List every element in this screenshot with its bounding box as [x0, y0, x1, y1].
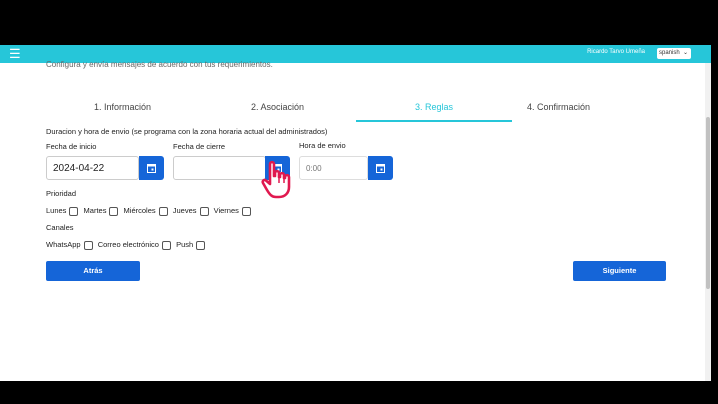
tab-informacion[interactable]: 1. Información [94, 102, 151, 112]
close-date-input[interactable] [173, 156, 266, 180]
tab-asociacion[interactable]: 2. Asociación [251, 102, 304, 112]
channel-label: Push [176, 240, 194, 250]
checkbox[interactable] [196, 240, 206, 250]
priority-days-row: Lunes Martes Miércoles Jueves Viernes [46, 206, 254, 216]
channels-row: WhatsApp Correo electrónico Push [46, 240, 208, 250]
active-tab-indicator [356, 120, 512, 122]
calendar-icon [147, 164, 156, 173]
day-option-miercoles[interactable]: Miércoles [124, 206, 168, 216]
day-label: Lunes [46, 206, 67, 216]
start-date-value: 2024-04-22 [53, 163, 105, 174]
day-label: Jueves [172, 206, 197, 216]
channel-label: WhatsApp [46, 240, 81, 250]
channel-option-push[interactable]: Push [176, 240, 206, 250]
day-option-lunes[interactable]: Lunes [46, 206, 79, 216]
close-date-label: Fecha de cierre [173, 142, 226, 151]
start-date-input[interactable]: 2024-04-22 [46, 156, 139, 180]
checkbox[interactable] [83, 240, 93, 250]
checkbox[interactable] [241, 206, 251, 216]
app-window: ☰ Ricardo Tarvo Umeña spanish ⌄ Configur… [0, 45, 711, 381]
send-time-label: Hora de envio [299, 141, 346, 150]
day-label: Miércoles [123, 206, 156, 216]
channel-option-email[interactable]: Correo electrónico [98, 240, 171, 250]
checkbox[interactable] [199, 206, 209, 216]
tab-reglas[interactable]: 3. Reglas [415, 102, 453, 112]
checkbox[interactable] [69, 206, 79, 216]
start-date-label: Fecha de inicio [46, 142, 97, 151]
send-time-picker-button[interactable] [368, 156, 393, 180]
send-time-input[interactable]: 0:00 [299, 156, 368, 180]
language-select[interactable]: spanish ⌄ [657, 48, 691, 59]
user-name[interactable]: Ricardo Tarvo Umeña [587, 49, 645, 55]
checkbox[interactable] [158, 206, 168, 216]
channel-option-whatsapp[interactable]: WhatsApp [46, 240, 93, 250]
channels-label: Canales [46, 223, 74, 232]
section-title: Duracion y hora de envio (se programa co… [46, 127, 328, 136]
priority-label: Prioridad [46, 189, 77, 198]
back-button[interactable]: Atrás [46, 261, 140, 281]
day-option-viernes[interactable]: Viernes [214, 206, 251, 216]
next-button[interactable]: Siguiente [573, 261, 666, 281]
chevron-down-icon: ⌄ [682, 50, 688, 56]
hand-pointer-cursor-icon [261, 160, 291, 199]
checkbox[interactable] [109, 206, 119, 216]
channel-label: Correo electrónico [97, 240, 159, 250]
calendar-icon [376, 164, 385, 173]
checkbox[interactable] [161, 240, 171, 250]
send-time-placeholder: 0:00 [306, 164, 322, 173]
language-value: spanish [659, 50, 680, 56]
day-option-martes[interactable]: Martes [84, 206, 119, 216]
scrollbar-thumb[interactable] [706, 117, 710, 289]
page-subtitle: Configura y envía mensajes de acuerdo co… [46, 60, 273, 69]
day-label: Martes [83, 206, 107, 216]
scrollbar[interactable] [705, 63, 711, 381]
tab-confirmacion[interactable]: 4. Confirmación [527, 102, 590, 112]
day-label: Viernes [213, 206, 239, 216]
start-date-calendar-button[interactable] [139, 156, 164, 180]
day-option-jueves[interactable]: Jueves [173, 206, 209, 216]
hamburger-menu-icon[interactable]: ☰ [9, 47, 21, 60]
